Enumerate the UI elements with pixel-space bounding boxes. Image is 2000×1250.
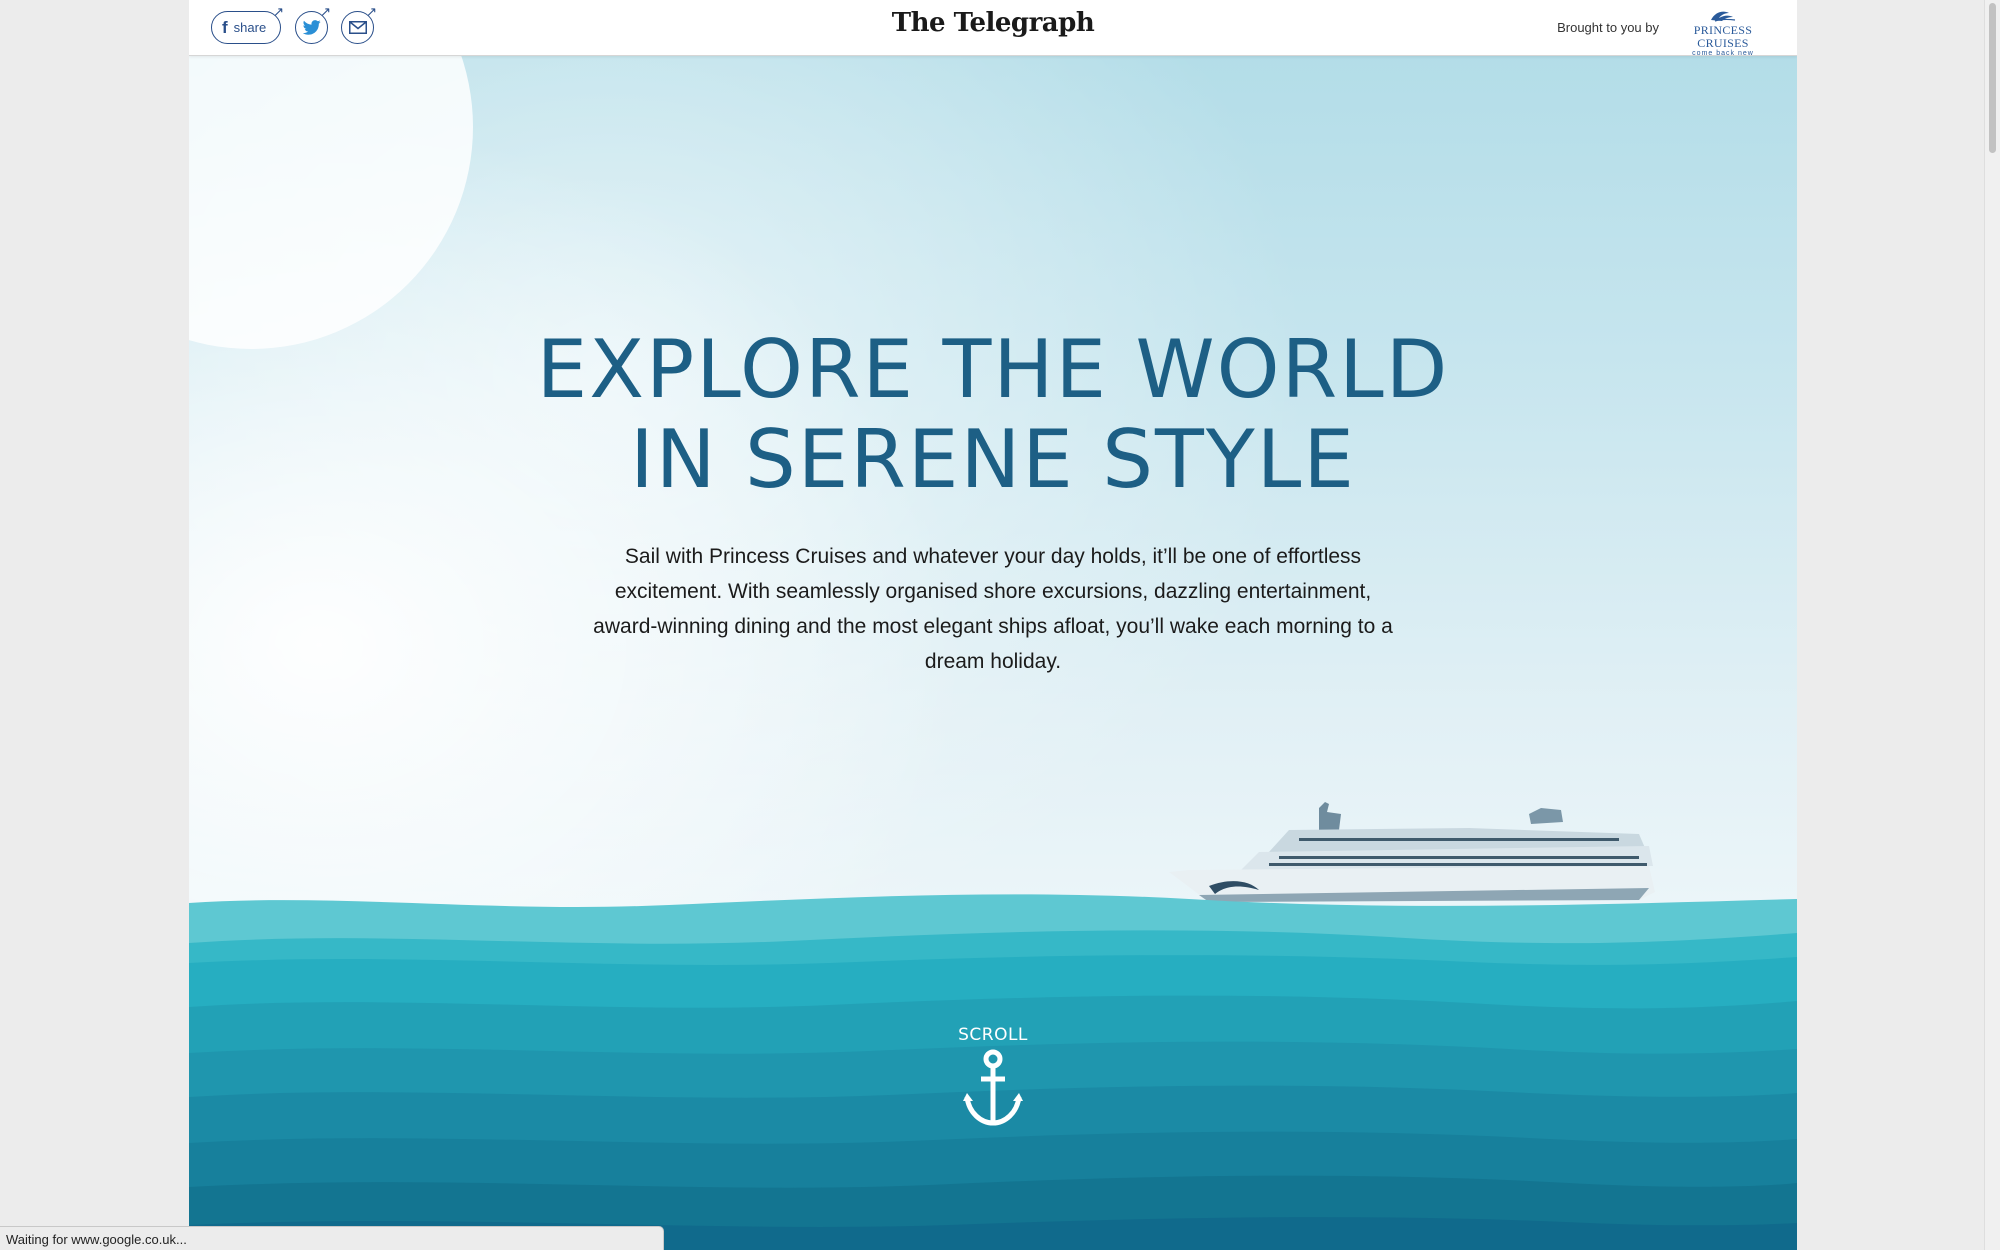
facebook-icon: f — [222, 18, 228, 37]
external-arrow-icon: ↗ — [273, 4, 284, 19]
browser-status-bar: Waiting for www.google.co.uk... — [0, 1226, 664, 1250]
anchor-icon — [963, 1049, 1023, 1126]
hero-title: EXPLORE THE WORLD IN SERENE STYLE — [189, 325, 1797, 505]
scrollbar-thumb[interactable] — [1989, 3, 1996, 153]
hero-section: EXPLORE THE WORLD IN SERENE STYLE Sail w… — [189, 55, 1797, 1250]
browser-viewport: f share ↗ ↗ ↗ The Telegraph Brought to y… — [0, 0, 2000, 1250]
external-arrow-icon: ↗ — [366, 4, 377, 19]
email-share-button[interactable]: ↗ — [341, 5, 377, 44]
scroll-label: SCROLL — [958, 1025, 1028, 1045]
email-icon — [348, 21, 367, 34]
twitter-icon — [302, 20, 321, 35]
external-arrow-icon: ↗ — [320, 4, 331, 19]
princess-cruises-logo[interactable]: PRINCESS CRUISES come back new — [1671, 8, 1775, 57]
share-label: share — [233, 20, 267, 35]
top-bar: f share ↗ ↗ ↗ The Telegraph Brought to y… — [189, 0, 1797, 57]
hero-body-text: Sail with Princess Cruises and whatever … — [593, 545, 1393, 673]
twitter-share-button[interactable]: ↗ — [295, 5, 331, 44]
sponsor-credit-label: Brought to you by — [1557, 20, 1659, 35]
telegraph-masthead-wrapper: The Telegraph — [189, 8, 1797, 38]
sponsor-tagline: come back new — [1692, 50, 1754, 57]
telegraph-masthead-logo[interactable]: The Telegraph — [892, 8, 1095, 38]
sponsor-name: PRINCESS CRUISES — [1693, 23, 1753, 50]
seawitch-icon — [1711, 11, 1736, 22]
hero-title-line-1: EXPLORE THE WORLD — [536, 323, 1450, 416]
advertorial-page: f share ↗ ↗ ↗ The Telegraph Brought to y… — [189, 0, 1797, 1250]
sun-circle — [189, 55, 473, 349]
scroll-down-button[interactable]: SCROLL — [943, 1025, 1043, 1129]
vertical-scrollbar[interactable] — [1984, 0, 2000, 1250]
hero-title-line-2: IN SERENE STYLE — [630, 413, 1356, 506]
facebook-share-button[interactable]: f share ↗ — [211, 5, 284, 44]
